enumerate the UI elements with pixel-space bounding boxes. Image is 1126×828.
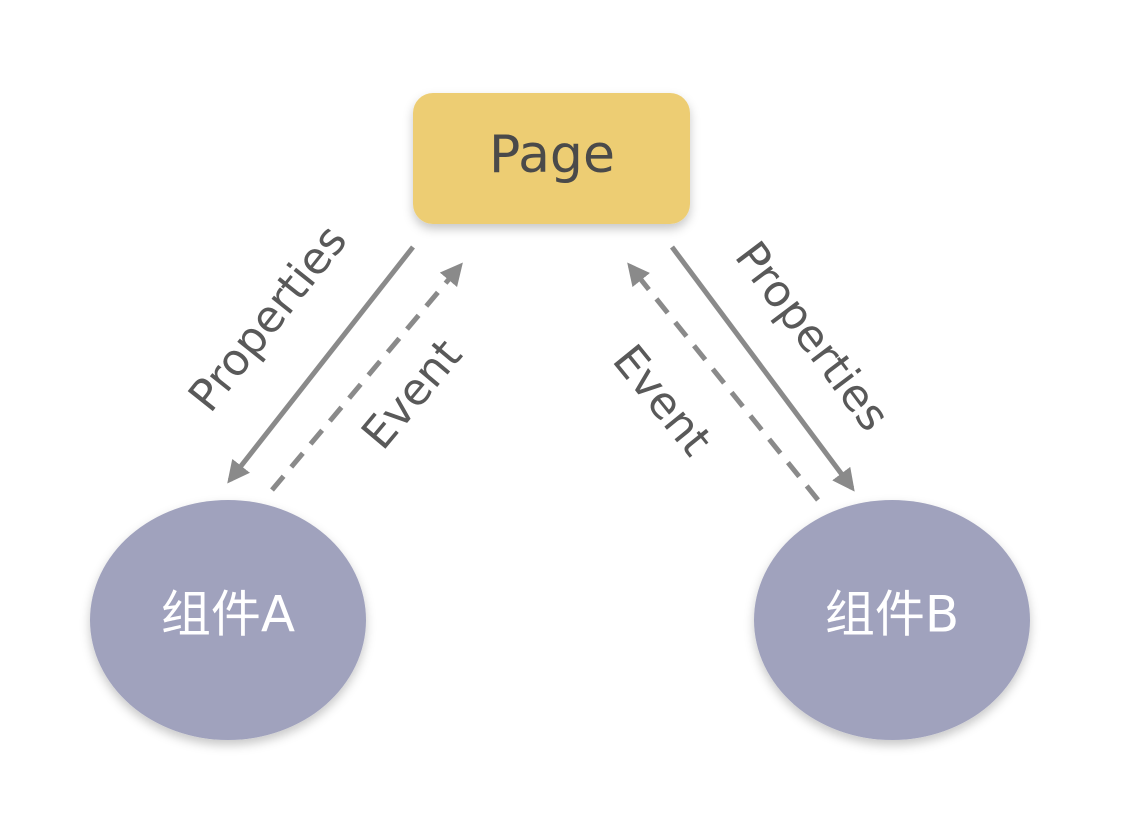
left-properties-label: Properties [179, 216, 357, 422]
component-b-label: 组件B [825, 586, 959, 644]
right-properties-label: Properties [725, 232, 900, 440]
left-event-label: Event [352, 330, 472, 459]
page-node-label: Page [489, 125, 615, 185]
component-a-label: 组件A [161, 586, 295, 644]
communication-diagram: Page 组件A 组件B Properties Event Properties… [90, 93, 1030, 740]
